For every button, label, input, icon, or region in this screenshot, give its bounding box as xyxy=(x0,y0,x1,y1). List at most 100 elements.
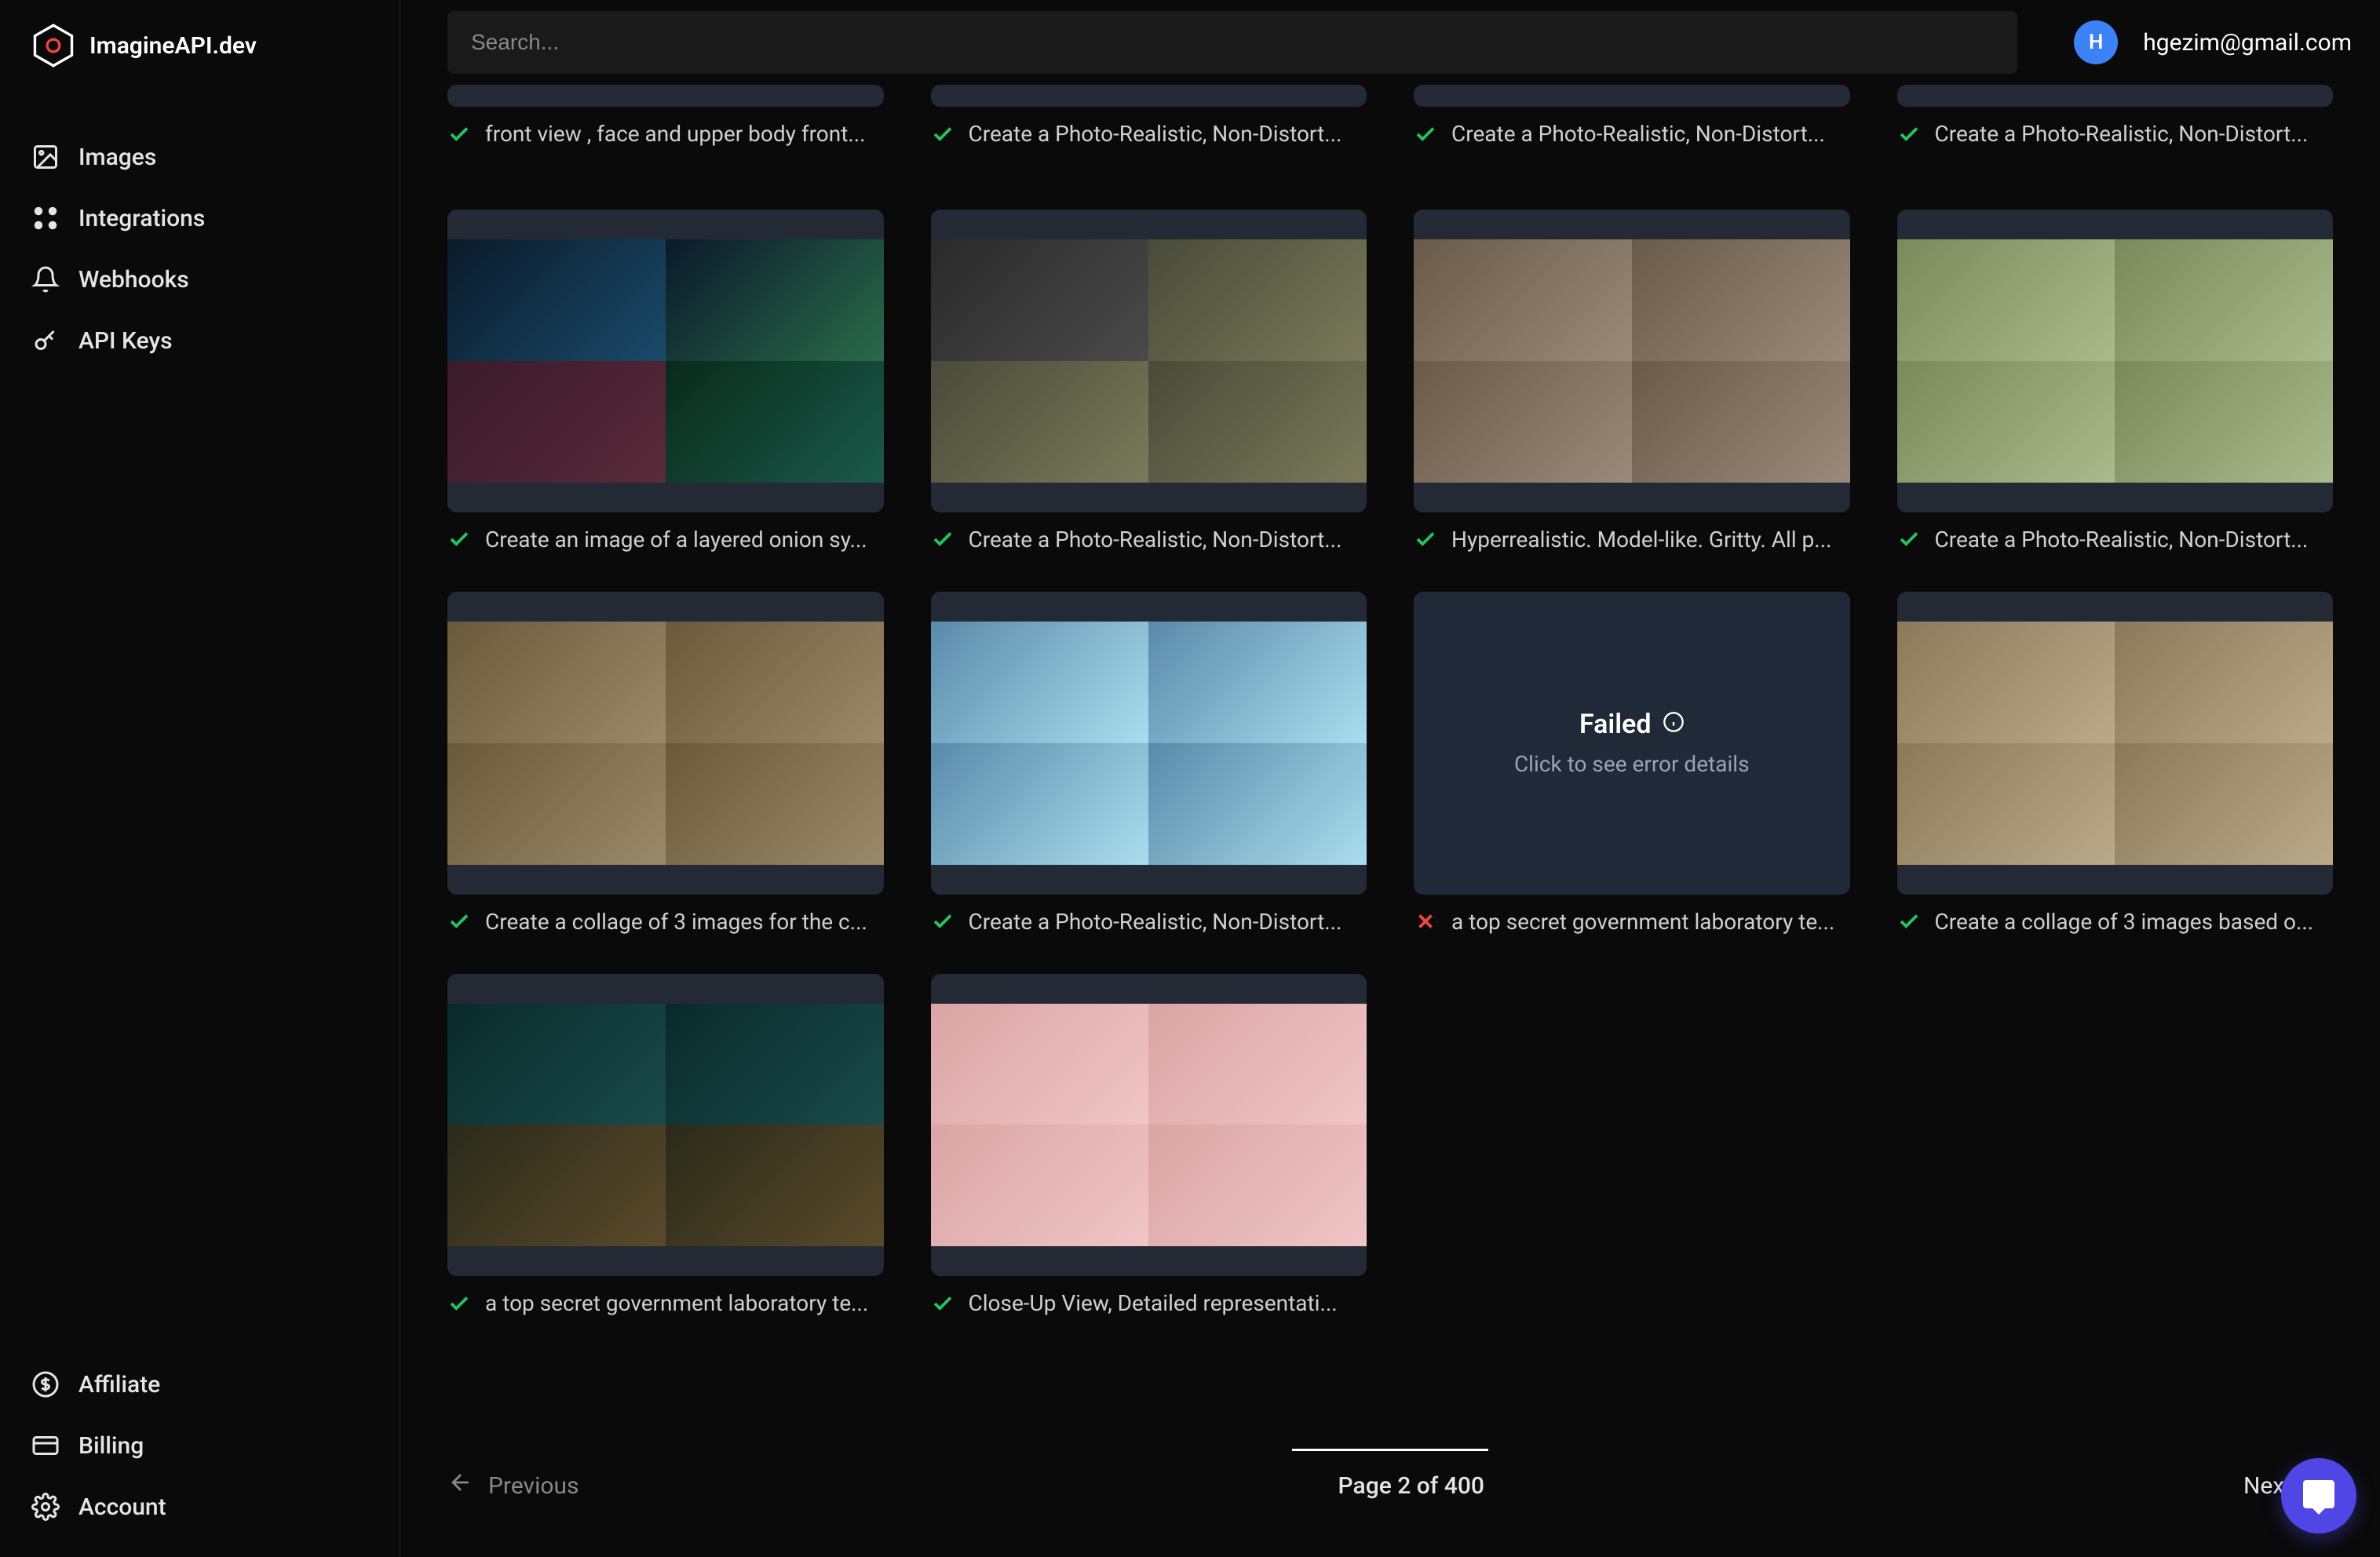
nav-label: Integrations xyxy=(78,205,205,232)
check-icon xyxy=(931,910,955,933)
image-card[interactable]: Create a Photo-Realistic, Non-Distort... xyxy=(1897,210,2334,552)
caption-row: Create a Photo-Realistic, Non-Distort... xyxy=(931,121,1367,147)
check-icon xyxy=(931,527,955,551)
image-thumbnail[interactable] xyxy=(447,85,884,107)
avatar[interactable]: H xyxy=(2074,20,2118,64)
image-card[interactable]: Create a Photo-Realistic, Non-Distort... xyxy=(1897,85,2334,147)
caption-row: Hyperrealistic. Model-like. Gritty. All … xyxy=(1414,527,1850,552)
image-caption: front view , face and upper body front..… xyxy=(485,121,866,147)
image-card[interactable]: Create an image of a layered onion sy... xyxy=(447,210,884,552)
caption-row: Create a Photo-Realistic, Non-Distort... xyxy=(931,527,1367,552)
image-caption: Create a Photo-Realistic, Non-Distort... xyxy=(969,121,1342,147)
image-thumbnail[interactable] xyxy=(931,592,1367,895)
sidebar-item-billing[interactable]: Billing xyxy=(31,1419,368,1472)
sidebar-item-account[interactable]: Account xyxy=(31,1480,368,1533)
image-card[interactable]: FailedClick to see error details a top se… xyxy=(1414,592,1850,935)
chat-widget-button[interactable] xyxy=(2281,1458,2356,1533)
image-caption: a top secret government laboratory te... xyxy=(485,1290,868,1316)
caption-row: a top secret government laboratory te... xyxy=(447,1290,884,1316)
sidebar-item-affiliate[interactable]: Affiliate xyxy=(31,1358,368,1411)
brand-logo[interactable]: ImagineAPI.dev xyxy=(31,24,368,67)
image-thumbnail[interactable] xyxy=(1897,85,2334,107)
sidebar: ImagineAPI.dev Images Integrations Webho… xyxy=(0,0,400,1557)
image-card[interactable]: Create a Photo-Realistic, Non-Distort... xyxy=(931,592,1367,935)
check-icon xyxy=(1414,122,1437,146)
check-icon xyxy=(931,1292,955,1315)
image-card[interactable]: front view , face and upper body front..… xyxy=(447,85,884,147)
pager-prev-label: Previous xyxy=(488,1472,579,1500)
check-icon xyxy=(447,1292,471,1315)
main: H hgezim@gmail.com front view , face and… xyxy=(400,0,2380,1557)
image-caption: Create an image of a layered onion sy... xyxy=(485,527,867,552)
arrow-left-icon xyxy=(447,1469,474,1502)
caption-row: Create a Photo-Realistic, Non-Distort... xyxy=(1897,527,2334,552)
image-card[interactable]: Close-Up View, Detailed representati... xyxy=(931,974,1367,1317)
image-caption: Create a Photo-Realistic, Non-Distort... xyxy=(1935,527,2309,552)
check-icon xyxy=(447,910,471,933)
sidebar-item-apikeys[interactable]: API Keys xyxy=(31,314,368,367)
image-thumbnail[interactable] xyxy=(447,210,884,512)
image-caption: Create a collage of 3 images for the c..… xyxy=(485,909,867,935)
image-thumbnail[interactable] xyxy=(1414,210,1850,512)
sidebar-item-integrations[interactable]: Integrations xyxy=(31,191,368,245)
image-icon xyxy=(31,143,60,171)
check-icon xyxy=(1897,527,1921,551)
image-thumbnail[interactable] xyxy=(931,210,1367,512)
image-grid-scroll[interactable]: front view , face and upper body front..… xyxy=(400,85,2380,1449)
nav-top: Images Integrations Webhooks API Keys xyxy=(31,130,368,367)
caption-row: Create a Photo-Realistic, Non-Distort... xyxy=(931,909,1367,935)
caption-row: Create a Photo-Realistic, Non-Distort... xyxy=(1897,121,2334,147)
image-thumbnail[interactable] xyxy=(447,974,884,1277)
check-icon xyxy=(1414,527,1437,551)
check-icon xyxy=(931,122,955,146)
bell-icon xyxy=(31,265,60,294)
image-caption: Create a Photo-Realistic, Non-Distort... xyxy=(1935,121,2309,147)
dollar-icon xyxy=(31,1370,60,1398)
image-thumbnail[interactable] xyxy=(447,592,884,895)
nav-bottom: Affiliate Billing Account xyxy=(31,1358,368,1533)
image-card[interactable]: Hyperrealistic. Model-like. Gritty. All … xyxy=(1414,210,1850,552)
image-card[interactable]: Create a collage of 3 images based o... xyxy=(1897,592,2334,935)
image-thumbnail[interactable] xyxy=(1414,85,1850,107)
image-card[interactable]: Create a Photo-Realistic, Non-Distort... xyxy=(1414,85,1850,147)
caption-row: Close-Up View, Detailed representati... xyxy=(931,1290,1367,1316)
search-input[interactable] xyxy=(447,11,2017,74)
sidebar-item-webhooks[interactable]: Webhooks xyxy=(31,253,368,306)
nav-label: Billing xyxy=(78,1432,144,1460)
image-caption: Create a Photo-Realistic, Non-Distort... xyxy=(969,909,1342,935)
image-card[interactable]: a top secret government laboratory te... xyxy=(447,974,884,1317)
sidebar-item-images[interactable]: Images xyxy=(31,130,368,184)
image-thumbnail[interactable] xyxy=(931,85,1367,107)
image-caption: a top secret government laboratory te... xyxy=(1451,909,1834,935)
image-thumbnail[interactable] xyxy=(1897,210,2334,512)
failed-card[interactable]: FailedClick to see error details xyxy=(1414,592,1850,895)
image-caption: Create a Photo-Realistic, Non-Distort... xyxy=(969,527,1342,552)
info-icon xyxy=(1663,709,1685,740)
image-card[interactable]: Create a Photo-Realistic, Non-Distort... xyxy=(931,85,1367,147)
nav-label: Images xyxy=(78,144,156,171)
brand-name: ImagineAPI.dev xyxy=(89,32,257,60)
image-thumbnail[interactable] xyxy=(1897,592,2334,895)
image-thumbnail[interactable] xyxy=(931,974,1367,1277)
image-card[interactable]: Create a collage of 3 images for the c..… xyxy=(447,592,884,935)
nav-label: Account xyxy=(78,1493,166,1521)
caption-row: Create a collage of 3 images based o... xyxy=(1897,909,2334,935)
failed-title: Failed xyxy=(1579,709,1685,740)
user-email[interactable]: hgezim@gmail.com xyxy=(2143,29,2352,57)
image-card[interactable]: Create a Photo-Realistic, Non-Distort... xyxy=(931,210,1367,552)
avatar-initial: H xyxy=(2089,31,2103,54)
image-caption: Create a collage of 3 images based o... xyxy=(1935,909,2314,935)
check-icon xyxy=(447,527,471,551)
nav-label: Webhooks xyxy=(78,266,189,294)
caption-row: front view , face and upper body front..… xyxy=(447,121,884,147)
caption-row: Create a Photo-Realistic, Non-Distort... xyxy=(1414,121,1850,147)
image-caption: Close-Up View, Detailed representati... xyxy=(969,1290,1338,1316)
topbar: H hgezim@gmail.com xyxy=(400,0,2380,85)
previous-button[interactable]: Previous xyxy=(447,1469,579,1502)
caption-row: a top secret government laboratory te... xyxy=(1414,909,1850,935)
pager: Previous Page 2 of 400 Next xyxy=(400,1449,2380,1557)
pager-label: Page 2 of 400 xyxy=(1338,1472,1484,1500)
caption-row: Create a collage of 3 images for the c..… xyxy=(447,909,884,935)
nav-label: API Keys xyxy=(78,327,173,355)
image-caption: Hyperrealistic. Model-like. Gritty. All … xyxy=(1451,527,1831,552)
